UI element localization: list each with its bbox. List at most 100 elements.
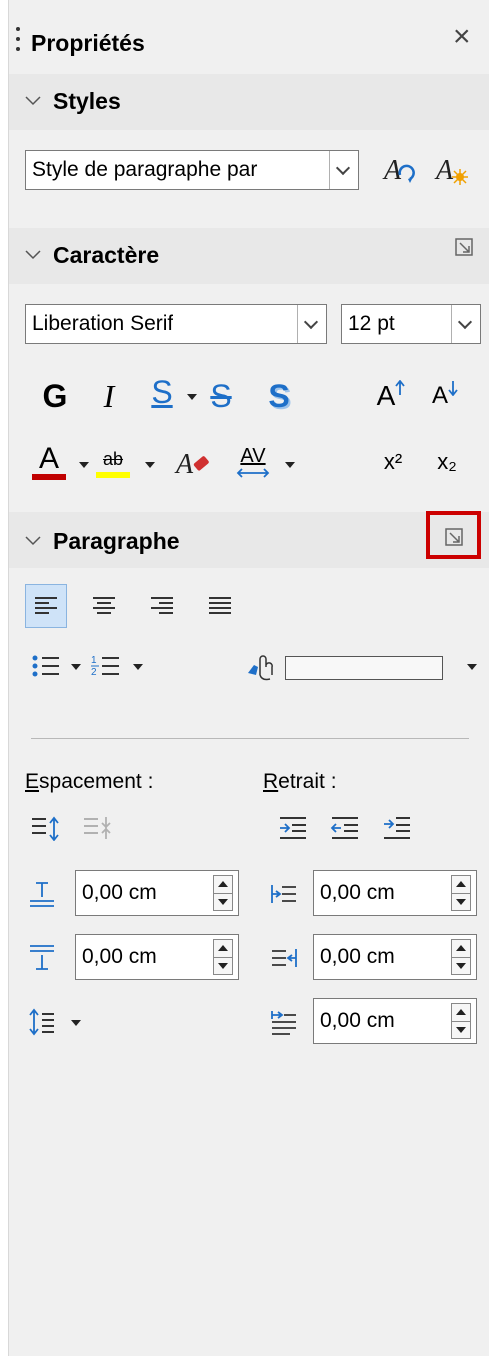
spin-up-icon[interactable] (214, 876, 232, 894)
arrow-up-icon (395, 380, 406, 395)
grow-font-button[interactable]: A (373, 374, 409, 418)
italic-button[interactable]: I (91, 374, 127, 418)
font-color-button[interactable]: A (29, 440, 69, 484)
chevron-down-icon[interactable] (451, 305, 480, 343)
numbered-list-button[interactable]: 12 (87, 644, 125, 688)
spin-down-icon[interactable] (452, 958, 470, 975)
background-color-dropdown-icon[interactable] (467, 664, 477, 670)
chevron-down-icon (25, 536, 41, 546)
update-style-icon[interactable]: A (379, 150, 419, 190)
more-options-icon[interactable] (455, 238, 475, 258)
character-spacing-button[interactable]: AV (231, 440, 275, 484)
decrease-spacing-icon[interactable] (79, 808, 115, 848)
shrink-font-label: A (431, 382, 448, 409)
below-spacing-icon (25, 936, 59, 980)
font-color-swatch (32, 474, 66, 480)
shadow-button[interactable]: S (261, 374, 297, 418)
font-size-value: 12 pt (348, 312, 395, 335)
hanging-indent-icon[interactable] (379, 808, 415, 848)
arrow-down-icon (448, 381, 458, 396)
numbered-list-dropdown-icon[interactable] (133, 664, 143, 670)
align-right-button[interactable] (141, 584, 183, 628)
more-options-icon[interactable] (445, 528, 465, 548)
paragraph-style-select[interactable]: Style de paragraphe par (25, 150, 359, 190)
justify-button[interactable] (199, 584, 241, 628)
grow-font-label: A (376, 380, 396, 411)
before-indent-icon (267, 872, 301, 916)
character-spacing-dropdown-icon[interactable] (285, 462, 295, 468)
styles-section-header[interactable]: Styles (9, 74, 489, 130)
font-color-label: A (38, 442, 59, 475)
font-color-dropdown-icon[interactable] (79, 462, 89, 468)
font-name-select[interactable]: Liberation Serif (25, 304, 327, 344)
line-spacing-icon[interactable] (25, 1000, 59, 1044)
close-icon[interactable]: × (453, 20, 471, 54)
increase-spacing-icon[interactable] (27, 808, 63, 848)
highlight-button[interactable]: ab (93, 440, 133, 484)
spin-down-icon[interactable] (214, 894, 232, 911)
highlight-label: ab (102, 449, 124, 469)
first-line-indent-value: 0,00 cm (320, 1009, 395, 1032)
superscript-button[interactable]: x² (373, 440, 413, 484)
after-indent-value: 0,00 cm (320, 945, 395, 968)
background-color-swatch[interactable] (285, 656, 443, 680)
subscript-button[interactable]: x₂ (427, 440, 467, 484)
paragraph-section-header[interactable]: Paragraphe (9, 511, 489, 568)
new-style-icon[interactable]: A (431, 150, 471, 190)
above-spacing-value: 0,00 cm (82, 881, 157, 904)
spin-buttons[interactable] (451, 939, 471, 975)
above-spacing-field[interactable]: 0,00 cm (75, 870, 239, 916)
bullet-list-button[interactable] (27, 644, 65, 688)
character-section-title: Caractère (53, 242, 160, 268)
strikethrough-button[interactable]: S (203, 374, 239, 418)
grip-icon[interactable] (15, 26, 21, 52)
before-indent-value: 0,00 cm (320, 881, 395, 904)
font-size-select[interactable]: 12 pt (341, 304, 481, 344)
spin-up-icon[interactable] (452, 940, 470, 958)
bold-button[interactable]: G (35, 374, 75, 418)
spacing-label: Espacement : (25, 770, 154, 793)
chevron-down-icon[interactable] (329, 151, 358, 189)
decrease-indent-icon[interactable] (327, 808, 363, 848)
align-center-icon (93, 597, 115, 614)
paragraph-section-title: Paragraphe (53, 528, 180, 554)
first-line-indent-field[interactable]: 0,00 cm (313, 998, 477, 1044)
align-center-button[interactable] (83, 584, 125, 628)
spin-down-icon[interactable] (452, 894, 470, 911)
justify-icon (209, 597, 231, 614)
below-spacing-value: 0,00 cm (82, 945, 157, 968)
spin-up-icon[interactable] (452, 1004, 470, 1022)
svg-text:1: 1 (91, 655, 97, 666)
spin-buttons[interactable] (213, 875, 233, 911)
underline-button[interactable]: S (145, 370, 179, 414)
numbered-list-icon: 12 (91, 655, 119, 678)
align-left-button[interactable] (25, 584, 67, 628)
shrink-font-button[interactable]: A (427, 374, 463, 418)
character-spacing-label: AV (240, 445, 266, 467)
increase-indent-icon[interactable] (275, 808, 311, 848)
clear-formatting-icon[interactable]: A (171, 440, 215, 484)
chevron-down-icon[interactable] (297, 305, 326, 343)
spin-up-icon[interactable] (214, 940, 232, 958)
spin-up-icon[interactable] (452, 876, 470, 894)
bullet-list-dropdown-icon[interactable] (71, 664, 81, 670)
styles-section-title: Styles (53, 88, 121, 114)
first-line-indent-icon (267, 1000, 301, 1044)
after-indent-icon (267, 936, 301, 980)
spin-down-icon[interactable] (214, 958, 232, 975)
svg-text:2: 2 (91, 667, 97, 678)
background-color-icon[interactable] (241, 646, 281, 686)
section-divider (31, 738, 469, 739)
spin-down-icon[interactable] (452, 1022, 470, 1039)
highlight-dropdown-icon[interactable] (145, 462, 155, 468)
line-spacing-dropdown-icon[interactable] (71, 1020, 81, 1026)
character-section-header[interactable]: Caractère (9, 228, 489, 284)
spin-buttons[interactable] (451, 1003, 471, 1039)
spin-buttons[interactable] (213, 939, 233, 975)
after-indent-field[interactable]: 0,00 cm (313, 934, 477, 980)
before-indent-field[interactable]: 0,00 cm (313, 870, 477, 916)
underline-dropdown-icon[interactable] (187, 394, 197, 400)
below-spacing-field[interactable]: 0,00 cm (75, 934, 239, 980)
spin-buttons[interactable] (451, 875, 471, 911)
font-name-value: Liberation Serif (32, 312, 174, 335)
